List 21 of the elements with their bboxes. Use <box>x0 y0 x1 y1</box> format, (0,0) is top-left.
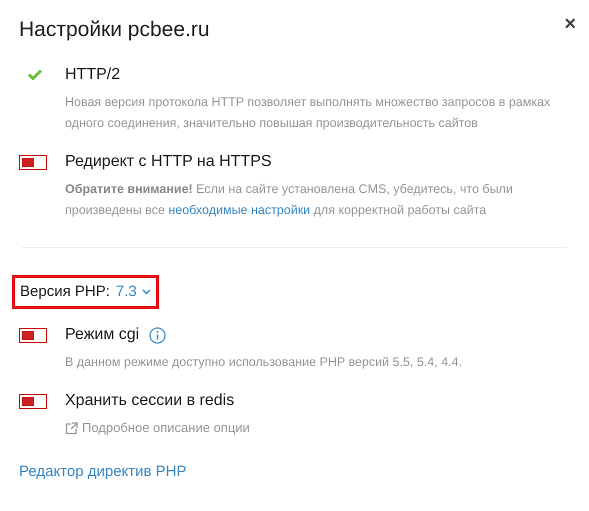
close-button[interactable]: × <box>564 16 576 32</box>
toggle-switch[interactable] <box>19 155 47 170</box>
option-description: Новая версия протокола HTTP позволяет выполнять множество запросов в рамках одного соединения, значительно повышая производительность сайтов <box>65 94 552 132</box>
option-label: Хранить сессии в redis <box>65 391 234 411</box>
dialog-title: Настройки pcbee.ru <box>19 17 210 43</box>
info-icon[interactable] <box>149 326 166 344</box>
option-label: Режим cgi <box>65 325 140 345</box>
option-description: Обратите внимание! Если на сайте установлена CMS, убедитесь, что были произведены все необходимые настройки для корректной работы сайта <box>65 181 514 219</box>
external-link-icon <box>65 422 78 434</box>
option-label: HTTP/2 <box>65 65 120 85</box>
option-description: В данном режиме доступно использование PHP версий 5.5, 5.4, 4.4. <box>65 354 462 371</box>
settings-link[interactable]: необходимые настройки <box>168 203 310 217</box>
option-docs-link[interactable]: Подробное описание опции <box>65 418 250 438</box>
toggle-switch[interactable] <box>19 328 47 343</box>
php-directives-link[interactable]: Редактор директив PHP <box>19 462 187 482</box>
php-version-label: Версия PHP: <box>20 282 110 302</box>
check-icon[interactable] <box>28 69 42 80</box>
php-version-dropdown[interactable]: 7.3 <box>116 282 151 302</box>
toggle-switch[interactable] <box>19 394 47 409</box>
option-label: Редирект с HTTP на HTTPS <box>65 152 272 172</box>
caret-icon <box>142 289 151 295</box>
